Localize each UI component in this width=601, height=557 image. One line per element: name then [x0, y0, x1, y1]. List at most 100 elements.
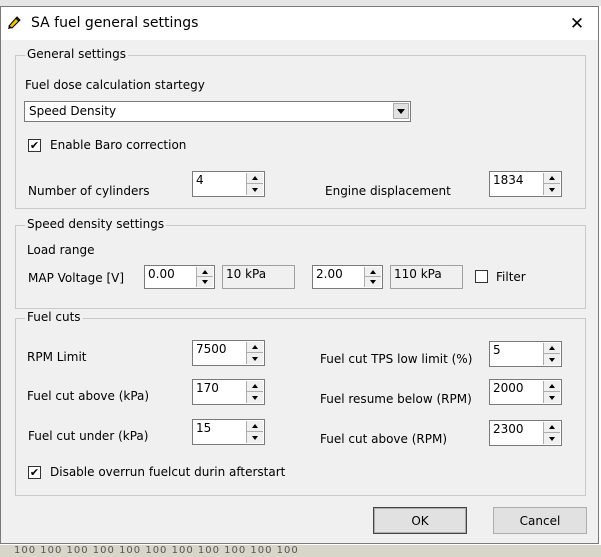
cut-under-kpa-spinner [246, 421, 263, 443]
max-kpa-readout: 110 kPa [390, 265, 463, 289]
cut-above-kpa-value: 170 [196, 381, 219, 395]
arrow-up-icon [549, 346, 555, 350]
general-settings-label: General settings [25, 47, 128, 61]
spin-down-button[interactable] [544, 392, 560, 403]
calc-strategy-select[interactable]: Speed Density [24, 101, 411, 122]
close-icon: ✕ [569, 13, 585, 34]
tps-low-spin-input[interactable]: 5 [489, 341, 562, 367]
spin-up-button[interactable] [544, 343, 560, 354]
spin-up-button[interactable] [544, 422, 560, 433]
spin-up-button[interactable] [247, 381, 263, 392]
spin-down-button[interactable] [544, 184, 560, 195]
min-voltage-spin-input[interactable]: 0.00 [144, 265, 215, 289]
spin-up-button[interactable] [247, 342, 263, 353]
displacement-label: Engine displacement [325, 184, 451, 198]
spin-down-button[interactable] [544, 354, 560, 365]
dropdown-button[interactable] [393, 103, 409, 119]
cut-above-kpa-spinner [246, 381, 263, 403]
close-button[interactable]: ✕ [557, 9, 597, 38]
spin-up-button[interactable] [544, 381, 560, 392]
ok-button-label: OK [411, 513, 429, 528]
calc-strategy-label: Fuel dose calculation startegy [25, 78, 205, 92]
arrow-down-icon [252, 356, 258, 361]
cylinders-spin-input[interactable]: 4 [192, 171, 265, 197]
speed-density-label: Speed density settings [25, 217, 167, 231]
arrow-up-icon [252, 176, 258, 180]
baro-correction-checkbox[interactable]: ✔ [28, 139, 41, 152]
speed-density-group [15, 225, 586, 309]
cut-above-rpm-spinner [543, 422, 560, 444]
spin-up-button[interactable] [247, 173, 263, 184]
overrun-label: Disable overrun fuelcut durin afterstart [50, 465, 286, 479]
cut-above-kpa-spin-input[interactable]: 170 [192, 379, 265, 405]
tps-low-value: 5 [493, 343, 501, 357]
rpm-limit-spin-input[interactable]: 7500 [192, 340, 265, 366]
arrow-down-icon [252, 435, 258, 440]
max-voltage-value: 2.00 [316, 267, 343, 281]
arrow-down-icon [549, 395, 555, 400]
chevron-down-icon [397, 108, 405, 114]
cut-under-kpa-value: 15 [196, 421, 212, 435]
arrow-down-icon [252, 395, 258, 400]
calc-strategy-value: Speed Density [29, 104, 117, 118]
cancel-button-label: Cancel [519, 513, 561, 528]
cut-above-rpm-spin-input[interactable]: 2300 [489, 420, 562, 446]
resume-below-spin-input[interactable]: 2000 [489, 379, 562, 405]
min-voltage-value: 0.00 [148, 267, 175, 281]
ok-button[interactable]: OK [373, 507, 467, 534]
resume-below-spinner [543, 381, 560, 403]
baro-correction-label: Enable Baro correction [50, 138, 187, 152]
arrow-down-icon [202, 280, 208, 284]
filter-checkbox[interactable] [475, 270, 488, 283]
resume-below-label: Fuel resume below (RPM) [320, 392, 472, 406]
displacement-value: 1834 [493, 173, 524, 187]
background-app-bottom: 100 100 100 100 100 100 100 100 100 100 … [0, 545, 601, 557]
cut-under-kpa-spin-input[interactable]: 15 [192, 419, 265, 445]
spin-down-button[interactable] [365, 277, 381, 287]
background-strip-text: 100 100 100 100 100 100 100 100 100 100 … [14, 545, 299, 556]
cylinders-label: Number of cylinders [28, 184, 150, 198]
spin-down-button[interactable] [247, 392, 263, 403]
arrow-up-icon [549, 384, 555, 388]
spin-up-button[interactable] [197, 267, 213, 277]
arrow-down-icon [370, 280, 376, 284]
arrow-up-icon [252, 345, 258, 349]
rpm-limit-spinner [246, 342, 263, 364]
max-kpa-value: 110 kPa [394, 267, 442, 281]
spin-down-button[interactable] [247, 432, 263, 443]
checkmark-icon: ✔ [29, 139, 40, 152]
rpm-limit-label: RPM Limit [27, 350, 87, 364]
cylinders-value: 4 [196, 173, 204, 187]
arrow-up-icon [252, 384, 258, 388]
map-voltage-label: MAP Voltage [V] [28, 271, 125, 285]
overrun-checkbox[interactable]: ✔ [28, 466, 41, 479]
cut-above-rpm-value: 2300 [493, 422, 524, 436]
cylinders-spinner [246, 173, 263, 195]
arrow-down-icon [549, 187, 555, 192]
cancel-button[interactable]: Cancel [493, 507, 587, 534]
spin-down-button[interactable] [544, 433, 560, 444]
cut-above-rpm-label: Fuel cut above (RPM) [320, 432, 448, 446]
arrow-up-icon [549, 176, 555, 180]
pencil-icon [6, 14, 22, 30]
arrow-up-icon [252, 424, 258, 428]
spin-up-button[interactable] [247, 421, 263, 432]
spin-down-button[interactable] [247, 184, 263, 195]
min-voltage-spinner [196, 267, 213, 287]
spin-up-button[interactable] [544, 173, 560, 184]
resume-below-value: 2000 [493, 381, 524, 395]
settings-dialog: SA fuel general settings ✕ General setti… [0, 6, 599, 544]
arrow-down-icon [252, 187, 258, 192]
tps-low-label: Fuel cut TPS low limit (%) [320, 352, 473, 366]
load-range-label: Load range [27, 243, 95, 257]
spin-up-button[interactable] [365, 267, 381, 277]
spin-down-button[interactable] [197, 277, 213, 287]
displacement-spin-input[interactable]: 1834 [489, 171, 562, 197]
arrow-up-icon [549, 425, 555, 429]
arrow-down-icon [549, 357, 555, 362]
spin-down-button[interactable] [247, 353, 263, 364]
max-voltage-spin-input[interactable]: 2.00 [312, 265, 383, 289]
min-kpa-readout: 10 kPa [222, 265, 295, 289]
rpm-limit-value: 7500 [196, 342, 227, 356]
checkmark-icon: ✔ [29, 466, 40, 479]
